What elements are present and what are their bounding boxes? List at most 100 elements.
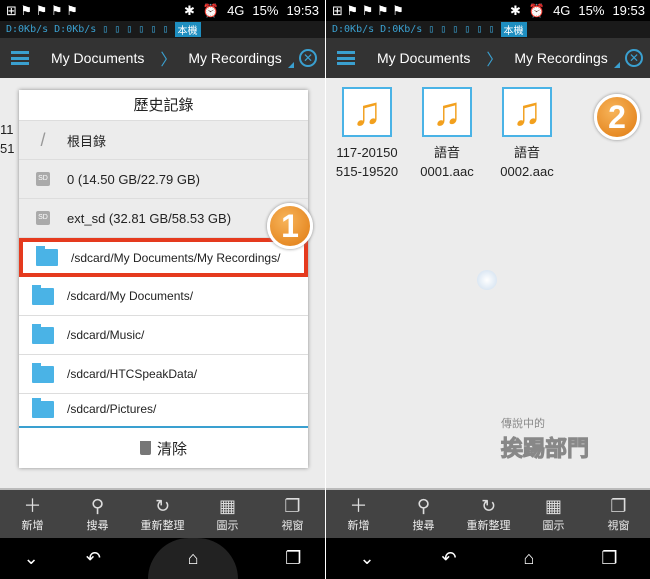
label: 搜尋 bbox=[412, 520, 435, 532]
folder-icon bbox=[32, 362, 54, 383]
file-item[interactable]: ♫ 語音 0002.aac bbox=[492, 87, 562, 181]
file-name: 語音 bbox=[433, 145, 460, 160]
window-button[interactable]: ❐ 視窗 bbox=[263, 495, 323, 533]
net-speed: D:0Kb/s bbox=[332, 24, 375, 35]
label: 新增 bbox=[21, 520, 44, 532]
file-label-partial: 11 51 bbox=[0, 122, 15, 156]
loading-spinner bbox=[477, 270, 497, 290]
history-item[interactable]: SD ext_sd (32.81 GB/58.53 GB) bbox=[19, 199, 308, 238]
file-name: 語音 bbox=[513, 145, 540, 160]
clear-label: 清除 bbox=[156, 440, 187, 458]
left-screen: ⊞ ⚑ ⚑ ⚑ ⚑ ✱ ⏰ 4G 15% 19:53 D:0Kb/s D:0Kb/s ▯ ▯ … bbox=[0, 0, 325, 579]
folder-icon bbox=[36, 246, 58, 266]
search-icon: ⚲ bbox=[416, 496, 431, 516]
view-button[interactable]: ▦ 圖示 bbox=[198, 495, 258, 533]
step-badge-2: 2 bbox=[594, 94, 640, 140]
window-button[interactable]: ❐ 視窗 bbox=[589, 495, 649, 533]
grid-icon: ▦ bbox=[218, 496, 236, 516]
item-label: /sdcard/My Documents/ bbox=[67, 289, 194, 303]
root-slash-icon: / bbox=[40, 129, 46, 150]
back-icon[interactable]: ↶ bbox=[442, 548, 457, 569]
history-item[interactable]: /sdcard/Pictures/ bbox=[19, 394, 308, 424]
history-item-highlighted[interactable]: /sdcard/My Documents/My Recordings/ bbox=[19, 238, 308, 277]
music-file-icon: ♫ bbox=[342, 87, 392, 137]
dropdown-icon[interactable] bbox=[287, 62, 294, 68]
item-label: /sdcard/My Documents/My Recordings/ bbox=[71, 250, 281, 265]
recents-icon[interactable]: ❐ bbox=[285, 548, 301, 569]
file-item[interactable]: ♫ 語音 0001.aac bbox=[412, 87, 482, 181]
item-label: /sdcard/Music/ bbox=[67, 328, 145, 342]
folder-icon bbox=[32, 284, 54, 305]
close-icon[interactable]: ✕ bbox=[625, 49, 643, 67]
add-button[interactable]: ＋ 新增 bbox=[3, 495, 63, 533]
hide-icon[interactable]: ⌄ bbox=[359, 548, 374, 569]
plus-icon: ＋ bbox=[23, 496, 42, 516]
device-tag[interactable]: 本機 bbox=[500, 22, 527, 37]
file-item[interactable]: ♫ 117-20150 515-19520 bbox=[332, 87, 402, 181]
chevron-right-icon: 〉 bbox=[486, 52, 503, 69]
add-button[interactable]: ＋ 新增 bbox=[329, 495, 389, 533]
history-item[interactable]: /sdcard/HTCSpeakData/ bbox=[19, 355, 308, 394]
refresh-button[interactable]: ↻ 重新整理 bbox=[133, 495, 193, 533]
notification-icons: ⊞ ⚑ ⚑ ⚑ ⚑ bbox=[6, 2, 78, 18]
breadcrumb-my-recordings[interactable]: My Recordings bbox=[188, 50, 281, 66]
nav-bar: ⌄ ↶ ⌂ ❐ bbox=[326, 538, 650, 579]
alarm-icon: ⏰ bbox=[202, 2, 220, 18]
back-icon[interactable]: ↶ bbox=[86, 548, 101, 569]
recents-icon[interactable]: ❐ bbox=[601, 548, 617, 569]
trash-icon bbox=[139, 441, 151, 455]
device-tag[interactable]: 本機 bbox=[174, 22, 201, 37]
search-button[interactable]: ⚲ 搜尋 bbox=[394, 495, 454, 533]
item-label: 0 (14.50 GB/22.79 GB) bbox=[67, 171, 200, 187]
bottom-toolbar: ＋ 新增 ⚲ 搜尋 ↻ 重新整理 ▦ 圖示 ❐ 視窗 bbox=[326, 488, 650, 538]
refresh-icon: ↻ bbox=[154, 496, 171, 516]
history-dialog: 歷史記錄 / 根目錄 SD 0 (14.50 GB/22.79 GB) SD ext_… bbox=[19, 90, 308, 468]
home-icon[interactable]: ⌂ bbox=[148, 538, 239, 579]
history-item[interactable]: / 根目錄 bbox=[19, 121, 308, 160]
status-bar: ⊞ ⚑ ⚑ ⚑ ⚑ ✱ ⏰ 4G 15% 19:53 bbox=[0, 0, 325, 21]
dialog-title: 歷史記錄 bbox=[19, 90, 308, 121]
watermark-small: 傳說中的 bbox=[501, 418, 545, 430]
windows-icon: ❐ bbox=[610, 496, 627, 516]
alarm-icon: ⏰ bbox=[528, 2, 546, 18]
sd-card-icon: SD bbox=[36, 211, 50, 225]
label: 圖示 bbox=[542, 520, 565, 532]
battery-level: 15% bbox=[252, 3, 279, 18]
history-item[interactable]: SD 0 (14.50 GB/22.79 GB) bbox=[19, 160, 308, 199]
label: 重新整理 bbox=[466, 520, 511, 532]
refresh-icon: ↻ bbox=[480, 496, 497, 516]
folder-icon bbox=[32, 397, 54, 418]
folder-icon bbox=[32, 323, 54, 344]
breadcrumb-my-documents[interactable]: My Documents bbox=[377, 50, 470, 66]
notification-icons: ⊞ ⚑ ⚑ ⚑ ⚑ bbox=[332, 2, 404, 18]
menu-icon[interactable] bbox=[11, 51, 29, 65]
hide-icon[interactable]: ⌄ bbox=[24, 548, 39, 569]
battery-level: 15% bbox=[578, 3, 605, 18]
home-icon[interactable]: ⌂ bbox=[524, 548, 535, 569]
item-label: 根目錄 bbox=[67, 133, 107, 149]
label: 重新整理 bbox=[140, 520, 185, 532]
label: 視窗 bbox=[607, 520, 630, 532]
nav-bar: ⌄ ↶ ⌂ ❐ bbox=[0, 538, 325, 579]
bluetooth-icon: ✱ bbox=[509, 2, 521, 18]
clear-button[interactable]: 清除 bbox=[19, 426, 308, 468]
watermark-big: 挨踢部門 bbox=[500, 436, 590, 462]
search-button[interactable]: ⚲ 搜尋 bbox=[68, 495, 128, 533]
refresh-button[interactable]: ↻ 重新整理 bbox=[459, 495, 519, 533]
dropdown-icon[interactable] bbox=[613, 62, 620, 68]
history-item[interactable]: /sdcard/Music/ bbox=[19, 316, 308, 355]
file-name: 515-19520 bbox=[335, 164, 399, 179]
plus-icon: ＋ bbox=[349, 496, 368, 516]
menu-icon[interactable] bbox=[337, 51, 355, 65]
breadcrumb-my-documents[interactable]: My Documents bbox=[51, 50, 144, 66]
label: 視窗 bbox=[281, 520, 304, 532]
close-icon[interactable]: ✕ bbox=[299, 49, 317, 67]
breadcrumb-my-recordings[interactable]: My Recordings bbox=[514, 50, 607, 66]
bottom-toolbar: ＋ 新增 ⚲ 搜尋 ↻ 重新整理 ▦ 圖示 ❐ 視窗 bbox=[0, 488, 325, 538]
net-speed: D:0Kb/s bbox=[6, 24, 49, 35]
windows-icon: ❐ bbox=[284, 496, 301, 516]
label: 新增 bbox=[347, 520, 370, 532]
view-button[interactable]: ▦ 圖示 bbox=[524, 495, 584, 533]
history-item[interactable]: /sdcard/My Documents/ bbox=[19, 277, 308, 316]
file-name: 117-20150 bbox=[336, 145, 398, 160]
